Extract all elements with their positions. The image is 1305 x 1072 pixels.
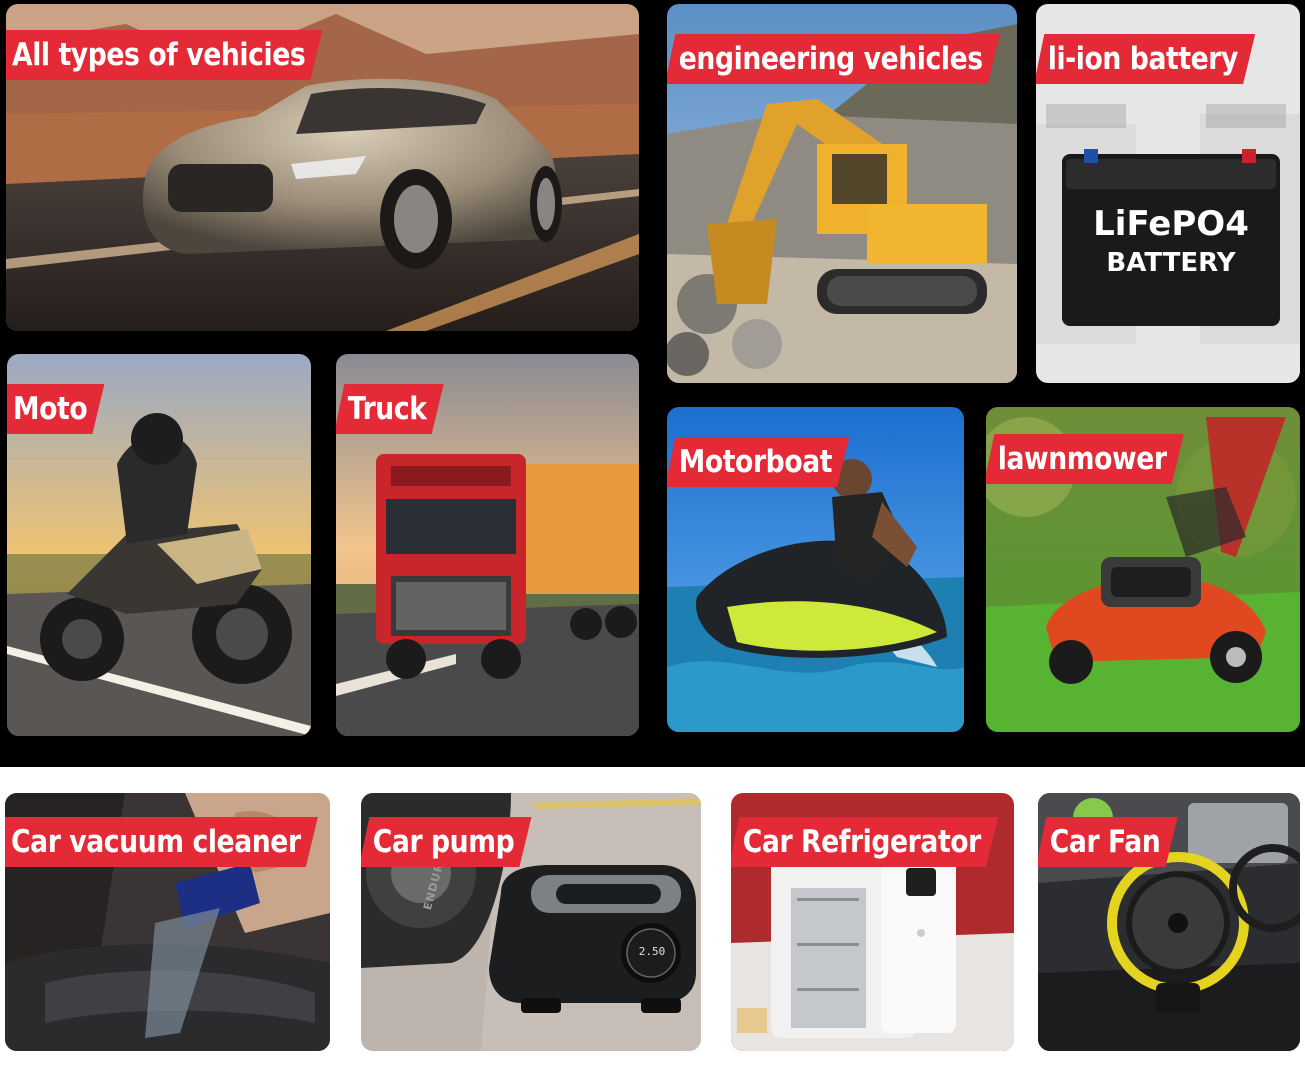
tile-car-fan[interactable]: Car Fan (1038, 793, 1300, 1051)
tile-label: All types of vehicies (6, 30, 322, 80)
tile-label: Truck (336, 384, 444, 434)
tile-label: Moto (7, 384, 104, 434)
tile-label: lawnmower (986, 434, 1184, 484)
tile-label: engineering vehicles (667, 34, 1000, 84)
tile-lawnmower[interactable]: lawnmower (986, 407, 1300, 732)
tile-car-refrigerator[interactable]: Car Refrigerator (731, 793, 1014, 1051)
battery-badge-line1: LiFePO4 (1093, 204, 1249, 244)
tile-li-ion-battery[interactable]: li-ion battery LiFePO4 BATTERY (1036, 4, 1300, 383)
tile-label: li-ion battery (1036, 34, 1255, 84)
pump-display-readout: 2.50 (638, 945, 666, 958)
tile-label: Car Fan (1038, 817, 1178, 867)
tile-label: Car vacuum cleaner (5, 817, 318, 867)
tile-all-vehicles[interactable]: All types of vehicies (6, 4, 639, 331)
tile-car-vacuum-cleaner[interactable]: Car vacuum cleaner (5, 793, 330, 1051)
tile-label: Motorboat (667, 437, 849, 487)
tile-engineering-vehicles[interactable]: engineering vehicles (667, 4, 1017, 383)
tile-label: Car pump (361, 817, 531, 867)
tile-motorboat[interactable]: Motorboat (667, 407, 964, 732)
tile-moto[interactable]: Moto (7, 354, 311, 736)
tile-label: Car Refrigerator (731, 817, 998, 867)
tile-truck[interactable]: Truck (336, 354, 639, 736)
battery-badge-line2: BATTERY (1106, 248, 1236, 278)
tile-car-pump[interactable]: 2.50 ENDURANCE Car pump (361, 793, 701, 1051)
